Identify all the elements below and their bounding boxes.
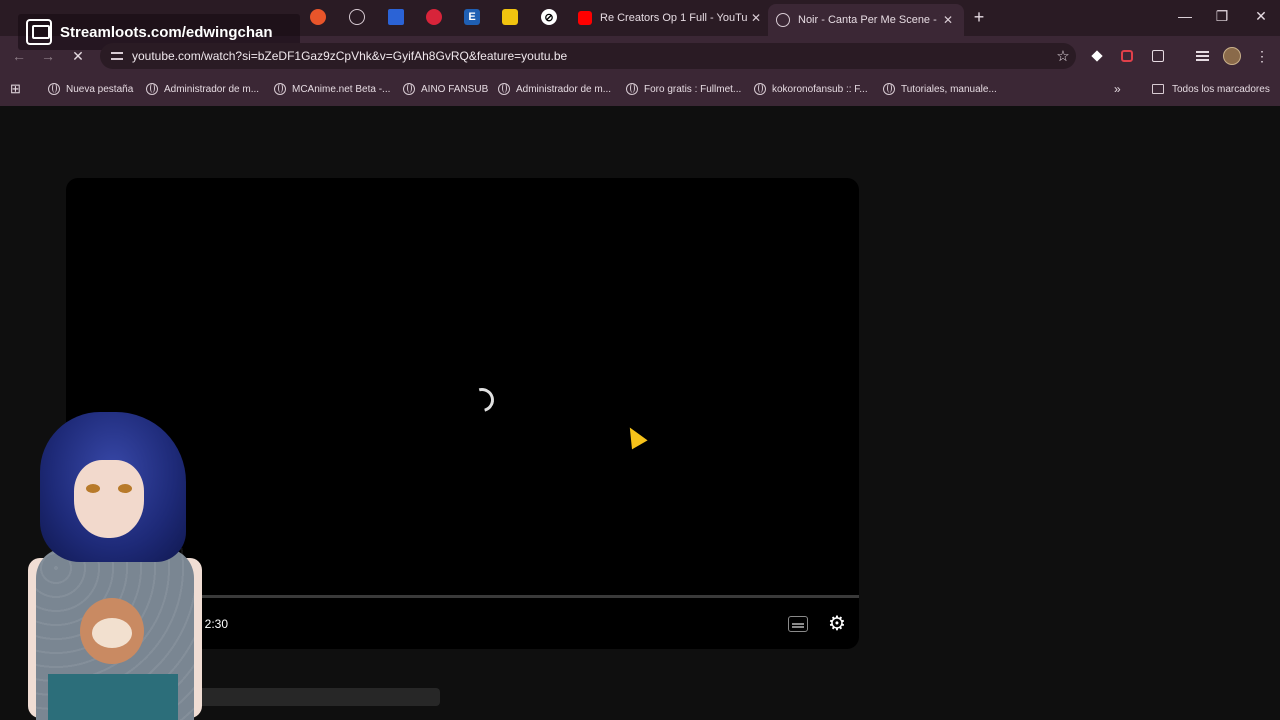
avatar-eye [118,484,132,493]
extension-red-icon[interactable] [1119,48,1135,64]
extensions-puzzle-icon[interactable] [1150,48,1166,64]
apps-grid-icon[interactable]: ⊞ [10,78,21,100]
site-info-icon[interactable] [110,49,124,63]
bookmark-label: AINO FANSUB [421,83,489,95]
tab-favicon-blue[interactable] [388,9,404,25]
tab-favicon-yellow[interactable] [502,9,518,25]
streamloots-logo-icon [26,19,52,45]
youtube-icon [578,11,592,25]
browser-menu-icon[interactable]: ⋮ [1254,48,1270,64]
bookmark-label: kokoronofansub :: F... [772,83,868,95]
browser-chrome: E ⊘ Re Creators Op 1 Full - YouTube ✕ No… [0,0,1280,106]
bookmark-label: Tutoriales, manuale... [901,83,997,95]
all-bookmarks-button[interactable]: Todos los marcadores [1152,78,1270,100]
loading-globe-icon [776,13,790,27]
avatar-face [74,460,144,538]
tab-favicon-globe-icon[interactable] [349,9,365,25]
media-controls-icon[interactable] [1194,48,1210,64]
red-panda-face [92,618,132,648]
bookmark-item[interactable]: Nueva pestaña [48,78,133,100]
video-title-placeholder [196,688,440,706]
bookmark-item[interactable]: AINO FANSUB [403,78,488,100]
tab-title: Noir - Canta Per Me Scene - YouTube [798,14,940,26]
url-text[interactable]: youtube.com/watch?si=bZeDF1Gaz9zCpVhk&v=… [132,49,1050,63]
tab-favicon-slash-icon[interactable]: ⊘ [541,9,557,25]
all-bookmarks-label: Todos los marcadores [1172,83,1270,95]
bookmark-item[interactable]: Administrador de m... [146,78,259,100]
tab-close-icon[interactable]: ✕ [748,11,764,25]
close-window-button[interactable]: ✕ [1251,8,1271,25]
restore-button[interactable]: ❐ [1212,8,1232,25]
bookmark-label: Administrador de m... [516,83,612,95]
back-button[interactable]: ← [9,46,29,66]
globe-icon [274,83,286,95]
bookmarks-bar: ⊞ Nueva pestaña Administrador de m... MC… [0,78,1280,100]
bookmark-item[interactable]: Tutoriales, manuale... [883,78,997,100]
avatar-eye [86,484,100,493]
vtuber-avatar [28,408,202,720]
forward-button[interactable]: → [38,46,58,66]
address-bar[interactable]: youtube.com/watch?si=bZeDF1Gaz9zCpVhk&v=… [100,43,1076,69]
globe-icon [498,83,510,95]
tab-favicon-e-icon[interactable]: E [464,9,480,25]
settings-gear-icon[interactable]: ⚙ [826,613,848,635]
tab-favicon-red[interactable] [426,9,442,25]
stop-loading-button[interactable]: ✕ [68,46,88,66]
tab-noir-active[interactable]: Noir - Canta Per Me Scene - YouTube ✕ [768,4,964,36]
bookmark-label: Nueva pestaña [66,83,134,95]
bookmark-label: Administrador de m... [164,83,260,95]
stream-overlay-text: Streamloots.com/edwingchan [60,23,273,41]
globe-icon [146,83,158,95]
tab-re-creators[interactable]: Re Creators Op 1 Full - YouTube ✕ [578,6,764,30]
bookmark-label: MCAnime.net Beta -... [292,83,391,95]
tab-title: Re Creators Op 1 Full - YouTube [600,12,748,24]
extension-diamond-icon[interactable] [1089,48,1105,64]
globe-icon [48,83,60,95]
profile-avatar[interactable] [1222,46,1242,66]
bookmark-label: Foro gratis : Fullmet... [644,83,742,95]
globe-icon [883,83,895,95]
bookmark-star-icon[interactable]: ☆ [1050,47,1076,65]
bookmark-item[interactable]: kokoronofansub :: F... [754,78,868,100]
bookmark-item[interactable]: Administrador de m... [498,78,611,100]
minimize-button[interactable]: — [1175,8,1195,24]
bookmark-item[interactable]: Foro gratis : Fullmet... [626,78,741,100]
time-display: / 2:30 [198,617,229,631]
bookmark-item[interactable]: MCAnime.net Beta -... [274,78,390,100]
tab-close-icon[interactable]: ✕ [940,13,956,27]
new-tab-button[interactable]: + [969,7,989,28]
tab-favicon-orange[interactable] [310,9,326,25]
folder-icon [1152,84,1164,94]
avatar-shorts [48,674,178,720]
globe-icon [754,83,766,95]
subtitles-icon[interactable] [788,616,808,632]
bookmarks-overflow-icon[interactable]: » [1114,78,1121,100]
globe-icon [626,83,638,95]
globe-icon [403,83,415,95]
